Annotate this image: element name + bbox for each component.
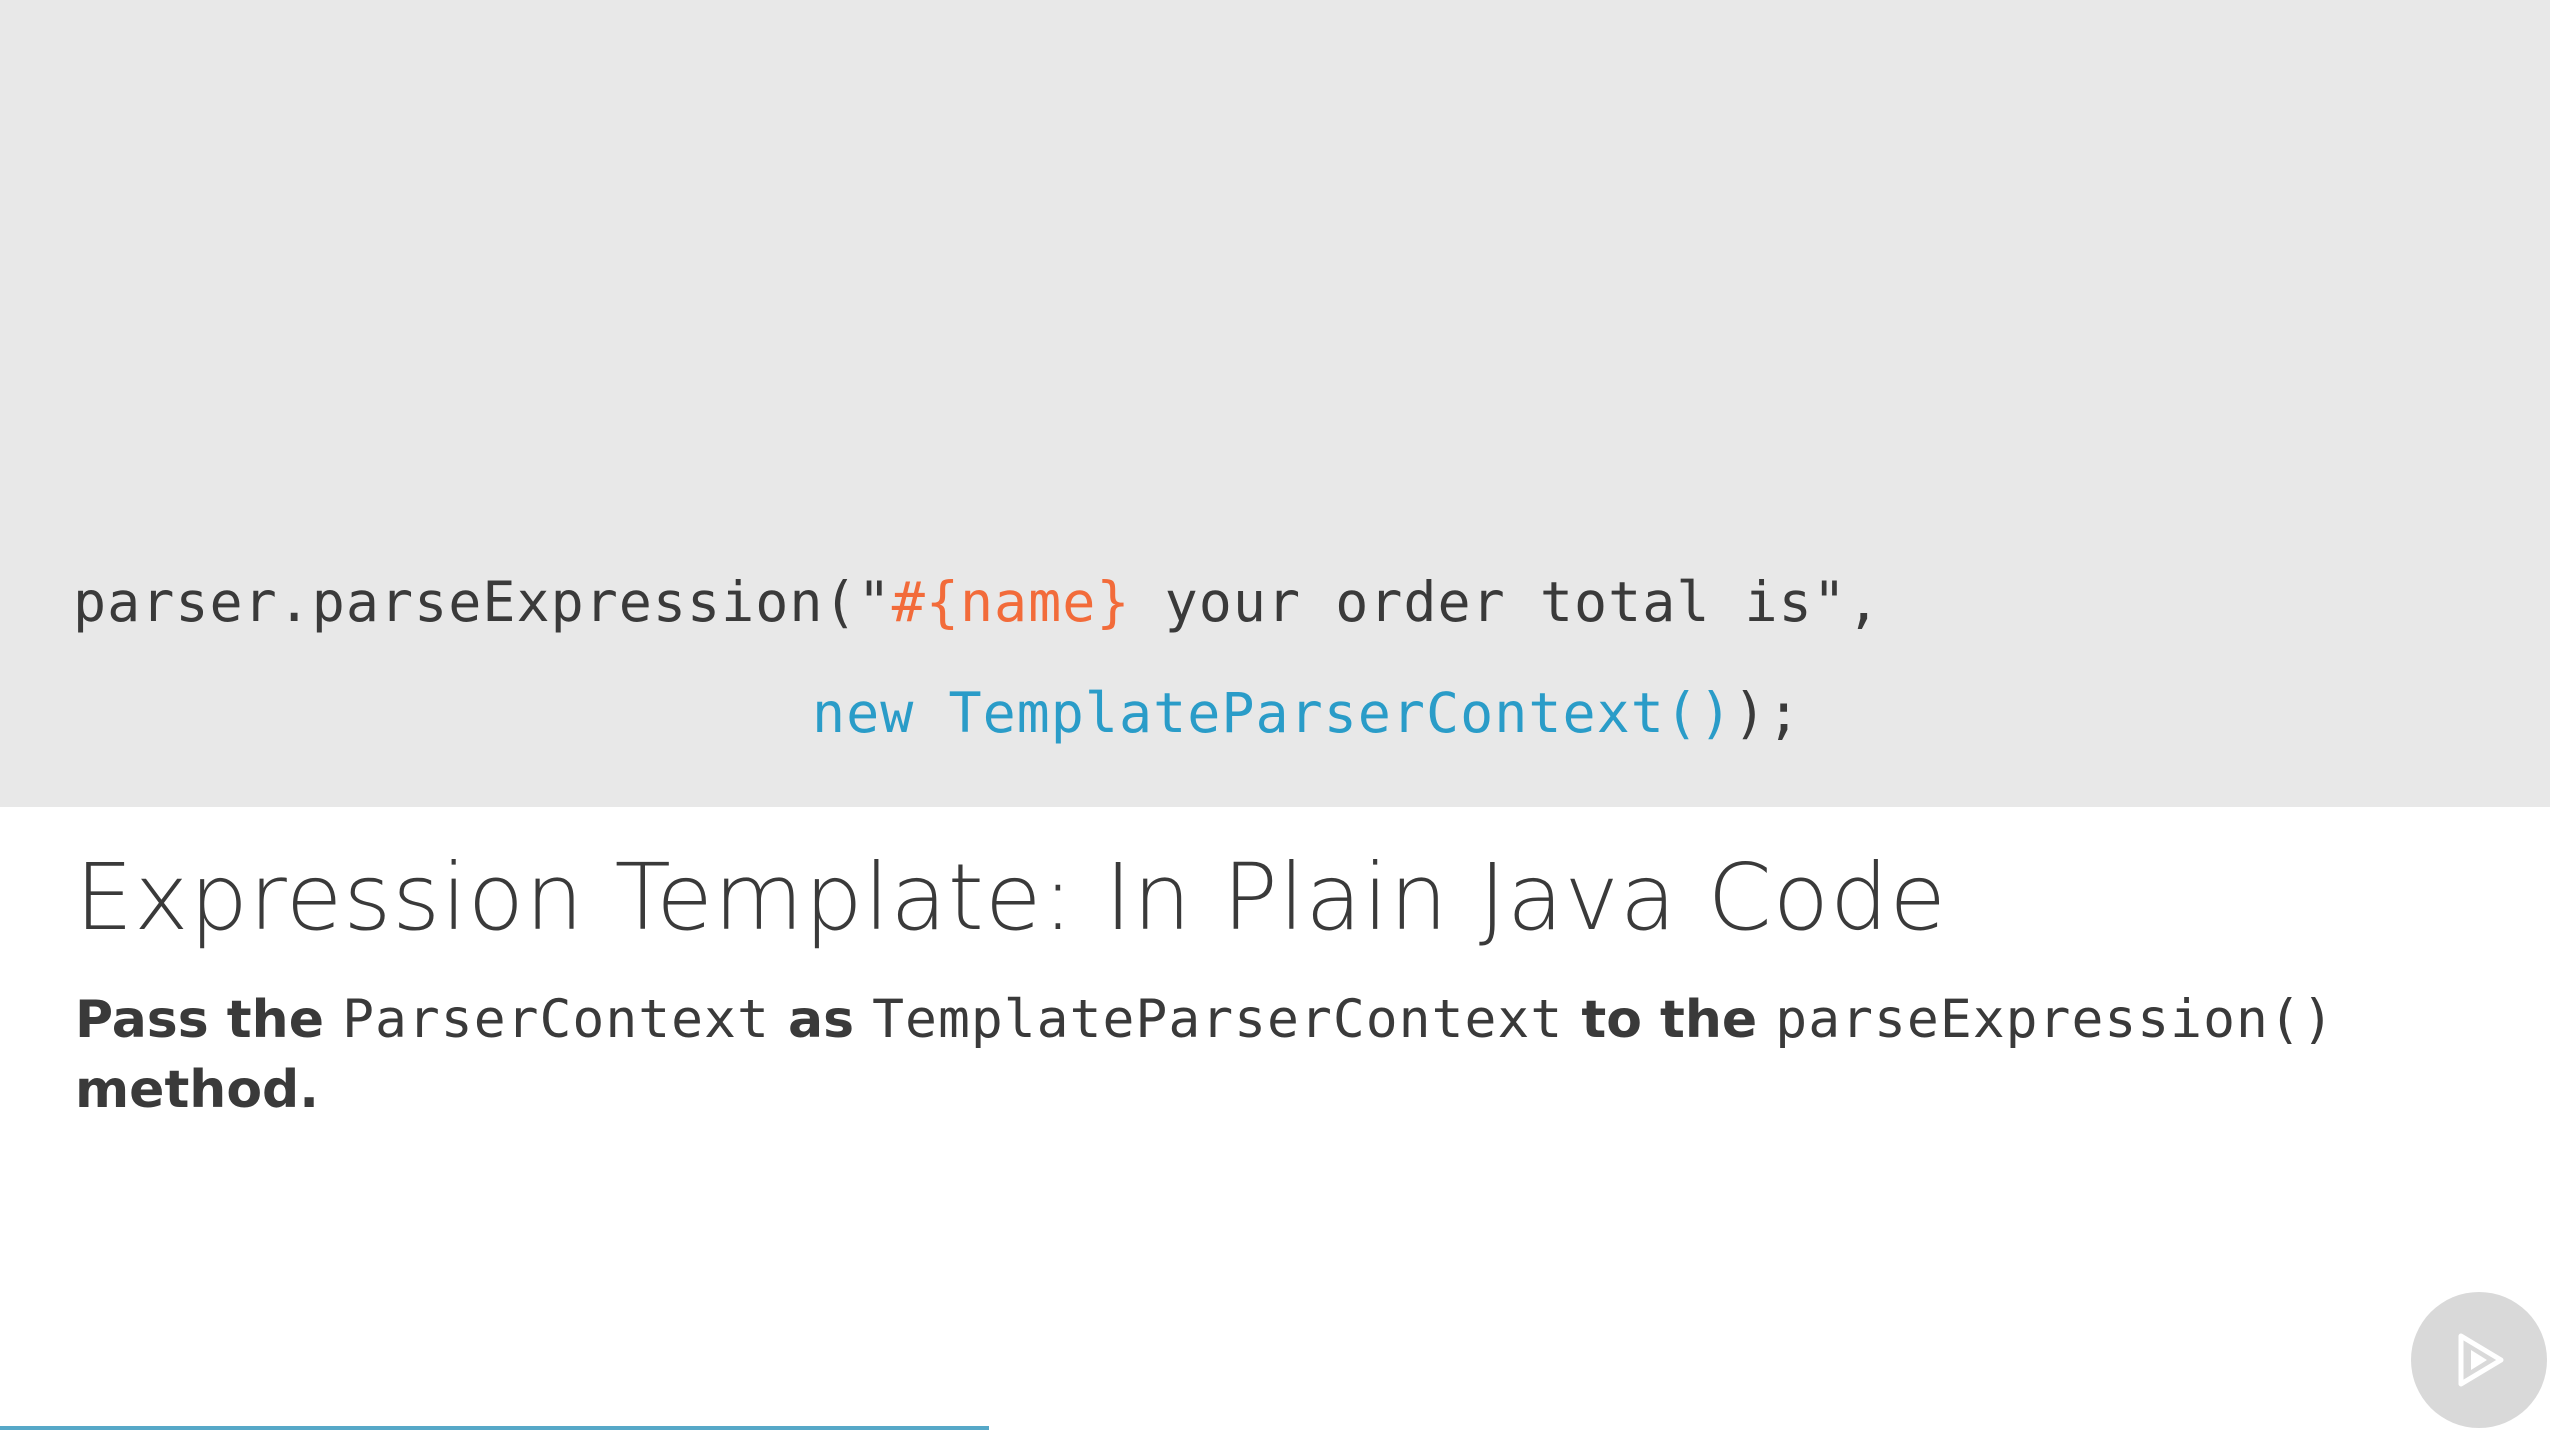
body-code-parse-expression: parseExpression() xyxy=(1775,989,2335,1050)
body-code-template-parser-context: TemplateParserContext xyxy=(872,989,1564,1050)
code-line-parse-expression: parser.parseExpression("#{name} your ord… xyxy=(73,567,1881,637)
code-line-parser-context: new TemplateParserContext()); xyxy=(812,678,1801,748)
code-panel: parser.parseExpression("#{name} your ord… xyxy=(0,0,2550,807)
body-text-2: as xyxy=(769,990,873,1050)
play-icon xyxy=(2458,1333,2504,1387)
slide-title: Expression Template: In Plain Java Code xyxy=(75,844,1947,951)
body-text-1: Pass the xyxy=(75,990,343,1050)
code-template-parser-context: TemplateParserContext() xyxy=(948,681,1734,745)
body-text-3: to the xyxy=(1563,990,1776,1050)
code-parser-call: parser.parseExpression(" xyxy=(73,570,892,634)
play-button[interactable] xyxy=(2411,1292,2547,1428)
slide-description: Pass the ParserContext as TemplateParser… xyxy=(75,985,2495,1125)
code-new-keyword: new xyxy=(812,681,949,745)
code-template-placeholder: #{name} xyxy=(891,570,1131,634)
code-closing-paren: ); xyxy=(1733,681,1802,745)
video-progress-bar[interactable] xyxy=(0,1426,2550,1430)
body-text-4: method. xyxy=(75,1060,320,1120)
code-string-literal: your order total is", xyxy=(1130,570,1881,634)
video-progress-fill xyxy=(0,1426,990,1430)
body-code-parser-context: ParserContext xyxy=(342,989,770,1050)
